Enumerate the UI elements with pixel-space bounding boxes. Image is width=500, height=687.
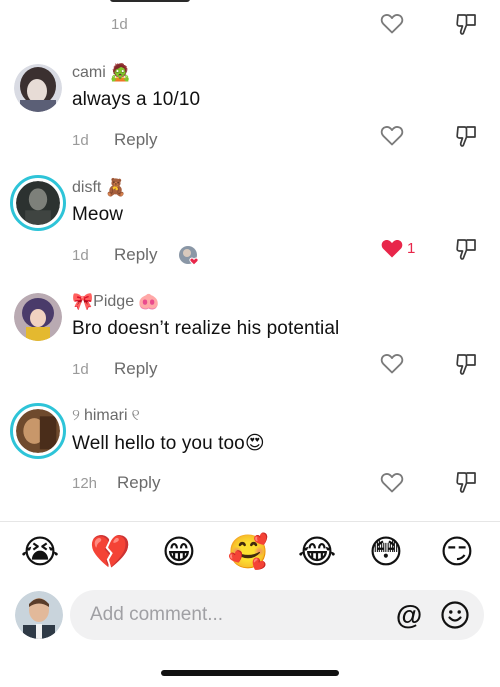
thumbs-down-icon[interactable] — [455, 470, 479, 494]
username-emoji-before: 🎀 — [72, 292, 94, 311]
creator-liked-avatar — [179, 246, 199, 266]
divider — [0, 521, 500, 522]
emoji-button[interactable]: 💔 — [88, 530, 132, 574]
avatar-with-story-ring[interactable] — [10, 175, 66, 231]
username-text: himari — [83, 407, 128, 424]
comment-item: ୨ himari ୧ Well hello to you too😍 12h Re… — [0, 403, 500, 519]
username-text: Pidge — [93, 293, 135, 310]
emoji-picker-icon[interactable] — [440, 600, 470, 630]
emoji-button[interactable]: 😁 — [157, 530, 201, 574]
comment-meta: 1d Reply — [72, 243, 157, 267]
video-thumbnail[interactable] — [110, 0, 190, 2]
reply-button[interactable]: Reply — [117, 473, 160, 493]
emoji-button[interactable]: 😏 — [435, 530, 479, 574]
comment-text: Bro doesn’t realize his potential — [72, 318, 340, 339]
comment-text: Meow — [72, 204, 124, 225]
thumbs-down-icon[interactable] — [455, 352, 479, 376]
comment-username[interactable]: 🎀 Pidge 🐽 — [72, 291, 159, 313]
comment-time: 1d — [72, 131, 89, 149]
heart-filled-icon[interactable] — [380, 237, 404, 259]
thumbs-down-icon[interactable] — [455, 12, 479, 36]
comment-time: 1d — [72, 360, 89, 378]
reply-button[interactable]: Reply — [114, 130, 157, 150]
comment-meta: 12h Reply — [72, 471, 160, 495]
comment-username[interactable]: cami 🧟 — [72, 62, 131, 84]
comment-text: Well hello to you too😍 — [72, 432, 265, 455]
avatar[interactable] — [14, 64, 62, 112]
emoji-button[interactable]: 😭 — [18, 530, 62, 574]
comment-time: 1d — [111, 16, 128, 33]
comment-meta: 1d Reply — [72, 128, 157, 152]
username-text: disft — [72, 179, 102, 196]
username-text: cami — [72, 64, 106, 81]
thumbs-down-icon[interactable] — [455, 124, 479, 148]
heart-icon[interactable] — [380, 12, 404, 34]
quick-emoji-bar: 😭 💔 😁 🥰 😂 😳 😏 — [0, 530, 500, 580]
username-emoji: 🐽 — [138, 292, 160, 311]
comment-input[interactable]: Add comment... @ — [70, 590, 484, 640]
comment-text-body: Well hello to you too — [72, 433, 245, 454]
comment-item: disft 🧸 Meow 1d Reply 1 — [0, 175, 500, 291]
reply-button[interactable]: Reply — [114, 245, 157, 265]
avatar-with-story-ring[interactable] — [10, 403, 66, 459]
comment-username[interactable]: disft 🧸 — [72, 177, 127, 199]
username-emoji: 🧸 — [105, 178, 127, 197]
comment-username[interactable]: ୨ himari ୧ — [72, 405, 140, 427]
username-decor-right: ୧ — [131, 407, 140, 424]
avatar[interactable] — [14, 293, 62, 341]
comment-time: 12h — [72, 474, 98, 492]
comment-item: 🎀 Pidge 🐽 Bro doesn’t realize his potent… — [0, 291, 500, 405]
username-decor-left: ୨ — [72, 407, 80, 424]
comment-meta: 1d Reply — [72, 357, 157, 381]
comment-item: cami 🧟 always a 10/10 1d Reply — [0, 62, 500, 176]
heart-icon[interactable] — [380, 124, 404, 146]
emoji-button[interactable]: 😂 — [295, 530, 339, 574]
mention-button[interactable]: @ — [394, 600, 424, 630]
username-emoji: 🧟 — [109, 63, 131, 82]
home-indicator — [161, 670, 339, 676]
reply-button[interactable]: Reply — [114, 359, 157, 379]
heart-icon[interactable] — [380, 471, 404, 493]
comment-text: always a 10/10 — [72, 89, 201, 110]
comment-time: 1d — [72, 246, 89, 264]
current-user-avatar — [15, 591, 63, 639]
emoji-button[interactable]: 🥰 — [226, 530, 270, 574]
comment-input-placeholder: Add comment... — [90, 604, 224, 625]
emoji-button[interactable]: 😳 — [364, 530, 408, 574]
heart-icon[interactable] — [380, 352, 404, 374]
thumbs-down-icon[interactable] — [455, 237, 479, 261]
like-count: 1 — [407, 240, 416, 257]
previous-comment-footer: 1d — [0, 0, 500, 48]
comment-text-emoji: 😍 — [244, 433, 265, 454]
